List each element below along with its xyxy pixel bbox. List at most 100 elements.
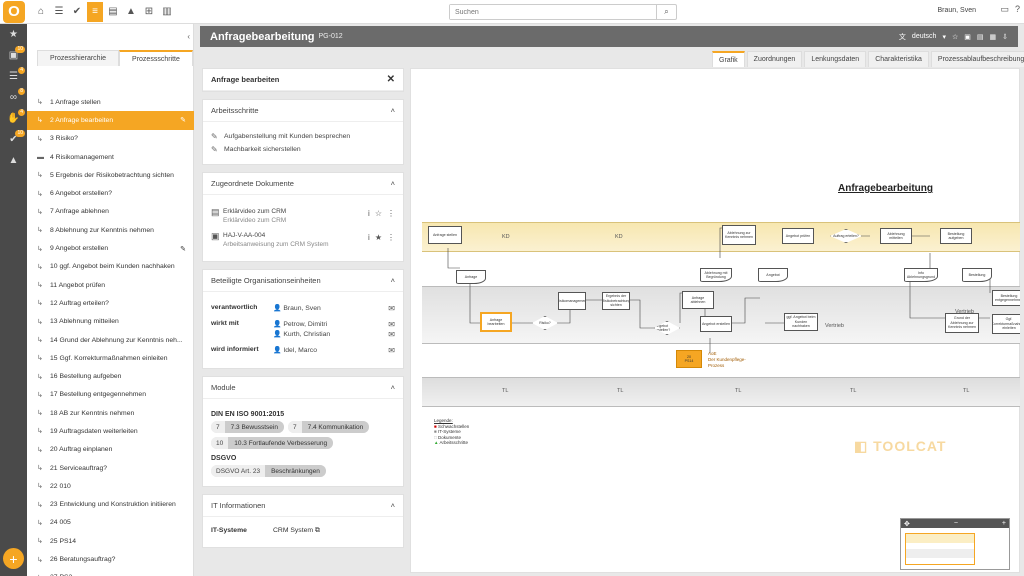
favorites-icon[interactable]: ★ <box>0 24 27 45</box>
more-icon[interactable]: ⋮ <box>387 233 395 242</box>
diagram-box-selected[interactable]: Anfrage bearbeiten <box>480 312 512 332</box>
process-step-item[interactable]: ↳ 2 Anfrage bearbeiten ✎ <box>27 111 194 130</box>
process-step-item[interactable]: ↳ 24 005 <box>27 514 194 532</box>
home-icon[interactable]: ⌂ <box>33 2 49 22</box>
more-icon[interactable]: ⋮ <box>387 209 395 218</box>
process-step-item[interactable]: ↳ 21 Serviceauftrag? <box>27 459 194 477</box>
document-icon[interactable]: ▤ <box>105 2 121 22</box>
diagram-box[interactable]: Ablehnung zur Kenntnis nehmen <box>722 225 756 245</box>
diagram-box[interactable]: Grund der Ablehnung zur Kenntnis nehmen <box>945 313 979 333</box>
close-icon[interactable]: ✕ <box>387 74 395 85</box>
download-icon[interactable]: ⇩ <box>1002 33 1008 41</box>
process-step-item[interactable]: ↳ 10 ggf. Angebot beim Kunden nachhaken <box>27 258 194 276</box>
tab-charakteristika[interactable]: Charakteristika <box>868 51 929 67</box>
process-step-item[interactable]: ↳ 22 010 <box>27 477 194 495</box>
process-step-item[interactable]: ↳ 26 Beratungsauftrag? <box>27 550 194 568</box>
process-step-item[interactable]: ↳ 5 Ergebnis der Risikobetrachtung sichte… <box>27 166 194 184</box>
check-icon[interactable]: ✔ 10 <box>0 129 27 150</box>
process-step-item[interactable]: ↳ 19 Auftragsdaten weiterleiten <box>27 422 194 440</box>
chevron-up-icon[interactable]: ˄ <box>391 276 395 285</box>
diagram-box[interactable]: Anfrage stellen <box>428 226 462 244</box>
education-icon[interactable]: ▲ <box>0 150 27 171</box>
list-icon[interactable]: ☰ 4 <box>0 66 27 87</box>
module-chip[interactable]: 7 7.4 Kommunikation <box>287 421 370 433</box>
person[interactable]: 👤 Braun, Sven <box>273 304 388 314</box>
work-step[interactable]: ✎ Aufgabenstellung mit Kunden besprechen <box>211 132 395 141</box>
add-button[interactable]: + <box>3 548 24 569</box>
module-chip[interactable]: 10 10.3 Fortlaufende Verbesserung <box>211 437 334 449</box>
check-circle-icon[interactable]: ✔ <box>69 2 85 22</box>
document-item[interactable]: ▤ Erklärvideo zum CRM Erklärvideo zum CRM… <box>211 207 395 225</box>
diagram-document[interactable]: Anfrage <box>456 270 486 284</box>
process-step-item[interactable]: ↳ 3 Risiko? <box>27 130 194 148</box>
glasses-icon[interactable]: ∞ 8 <box>0 87 27 108</box>
hierarchy-icon[interactable]: ⊞ <box>141 2 157 22</box>
tab-grafik[interactable]: Grafik <box>712 51 745 67</box>
search-icon[interactable]: ⌕ <box>656 5 676 19</box>
process-step-item[interactable]: ▬ 4 Risikomanagement <box>27 148 194 166</box>
mail-icon[interactable]: ✉ <box>388 304 395 314</box>
process-step-item[interactable]: ↳ 8 Ablehnung zur Kenntnis nehmen <box>27 221 194 239</box>
user-name[interactable]: Braun, Sven <box>937 7 976 14</box>
mail-icon[interactable]: ✉ <box>388 330 395 340</box>
process-step-item[interactable]: ↳ 17 Bestellung entgegennehmen <box>27 386 194 404</box>
process-step-item[interactable]: ↳ 18 AB zur Kenntnis nehmen <box>27 404 194 422</box>
process-step-item[interactable]: ↳ 11 Angebot prüfen <box>27 276 194 294</box>
pencil-icon[interactable]: ✎ <box>180 245 186 253</box>
tasks-icon[interactable]: ▣ 10 <box>0 45 27 66</box>
diagram-box[interactable]: Anfrage ablehnen <box>682 291 714 309</box>
tab-prozesshierarchie[interactable]: Prozesshierarchie <box>37 50 120 66</box>
tab-lenkungsdaten[interactable]: Lenkungsdaten <box>804 51 867 67</box>
diagram-box[interactable]: Bestellung aufgeben <box>940 228 972 244</box>
diagram-document[interactable]: Info Ablehnungsgrund <box>904 268 938 282</box>
star-outline-icon[interactable]: ☆ <box>375 209 382 218</box>
tab-prozessschritte[interactable]: Prozessschritte <box>119 50 193 66</box>
diagram-document[interactable]: Angebot <box>758 268 788 282</box>
star-filled-icon[interactable]: ★ <box>375 233 382 242</box>
star-icon[interactable]: ☆ <box>952 33 958 41</box>
work-step[interactable]: ✎ Machbarkeit sicherstellen <box>211 145 395 154</box>
person[interactable]: 👤 Petrow, Dimitri <box>273 320 388 330</box>
diagram-document[interactable]: Ablehnung mit Begründung <box>700 268 732 282</box>
translate-icon[interactable]: 文 <box>899 32 906 42</box>
monitor-icon[interactable]: ▭ <box>1000 4 1009 15</box>
process-step-item[interactable]: ↳ 9 Angebot erstellen ✎ <box>27 239 194 257</box>
person[interactable]: 👤 Kurth, Christian <box>273 330 388 340</box>
module-chip[interactable]: DSGVO Art. 23 Beschränkungen <box>211 465 326 477</box>
it-system-link[interactable]: CRM System ⧉ <box>273 527 320 535</box>
diagram-box[interactable]: ggf. Angebot beim Kunden nachhaken <box>784 313 818 331</box>
chevron-up-icon[interactable]: ˄ <box>391 383 395 392</box>
process-step-item[interactable]: ↳ 14 Grund der Ablehnung zur Kenntnis neh… <box>27 331 194 349</box>
minimap[interactable]: ✥ − + <box>900 518 1010 570</box>
graduation-icon[interactable]: ▲ <box>123 2 139 22</box>
tab-prozessablaufbeschreibung[interactable]: Prozessablaufbeschreibung <box>930 51 1024 67</box>
collapse-icon[interactable]: ‹ <box>187 32 190 41</box>
expand-icon[interactable]: ▣ <box>964 33 971 41</box>
diagram-box[interactable]: Ggf. Korrekturmaßnahmen einleiten <box>992 314 1020 334</box>
diagram-box[interactable]: Ergebnis der Risikobetrachtung sichten <box>602 292 630 310</box>
process-step-item[interactable]: ↳27 PS2 <box>27 569 194 576</box>
chevron-up-icon[interactable]: ˄ <box>391 106 395 115</box>
zoom-in-icon[interactable]: + <box>1002 520 1006 527</box>
diagram-box[interactable]: Angebot erstellen <box>700 316 732 332</box>
process-step-item[interactable]: ↳ 16 Bestellung aufgeben <box>27 367 194 385</box>
language-select[interactable]: deutsch <box>912 33 937 40</box>
process-step-item[interactable]: ↳ 23 Entwicklung und Konstruktion initiie… <box>27 496 194 514</box>
search-input[interactable] <box>450 5 656 19</box>
chevron-up-icon[interactable]: ˄ <box>391 501 395 510</box>
bar-chart-icon[interactable]: ▥ <box>159 2 175 22</box>
layout-icon[interactable]: ▤ <box>977 33 984 41</box>
print-icon[interactable]: ▦ <box>990 33 997 41</box>
app-logo[interactable]: O <box>3 0 25 23</box>
checklist-icon[interactable]: ☰ <box>51 2 67 22</box>
pencil-icon[interactable]: ✎ <box>180 116 186 124</box>
process-step-item[interactable]: ↳ 6 Angebot erstellen? <box>27 184 194 202</box>
process-step-item[interactable]: ↳ 12 Auftrag erteilen? <box>27 294 194 312</box>
process-step-item[interactable]: ↳ 25 PS14 <box>27 532 194 550</box>
mail-icon[interactable]: ✉ <box>388 320 395 330</box>
diagram-box[interactable]: Risikomanagement <box>558 292 586 310</box>
info-icon[interactable]: i <box>368 233 370 242</box>
person[interactable]: 👤 Idel, Marco <box>273 346 388 356</box>
zoom-out-icon[interactable]: − <box>954 520 958 527</box>
diagram-document[interactable]: Bestellung <box>962 268 992 282</box>
